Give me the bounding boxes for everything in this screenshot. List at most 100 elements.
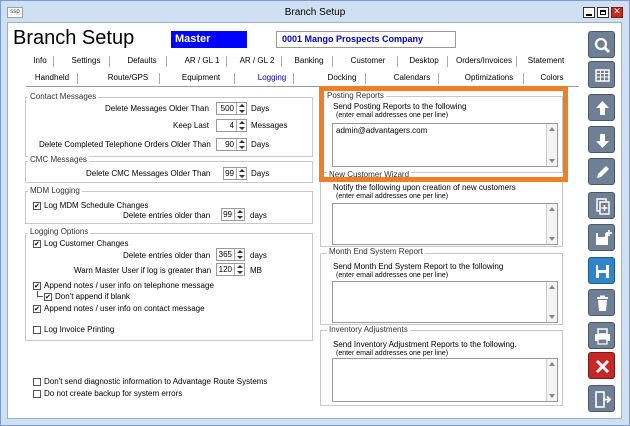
dont-append-blank-checkbox[interactable] bbox=[44, 293, 52, 301]
save-button[interactable] bbox=[588, 257, 615, 284]
inventory-adjustments-desc: Send Inventory Adjustment Reports to the… bbox=[333, 340, 517, 349]
tab-handheld[interactable]: Handheld bbox=[26, 71, 78, 86]
log-customer-changes-label: Log Customer Changes bbox=[44, 239, 129, 248]
log-delete-stepper[interactable]: 365 bbox=[216, 248, 245, 261]
scrollbar[interactable] bbox=[546, 204, 557, 244]
mdm-logging-title: MDM Logging bbox=[28, 186, 82, 195]
stepper-arrows-icon[interactable] bbox=[234, 209, 244, 220]
delete-button[interactable] bbox=[588, 289, 615, 316]
tab-colors[interactable]: Colors bbox=[532, 71, 572, 86]
new-customer-wizard-hint: (enter email addresses one per line) bbox=[336, 193, 449, 200]
delete-cmc-stepper[interactable]: 99 bbox=[223, 167, 247, 180]
tab-banking[interactable]: Banking bbox=[285, 54, 333, 69]
exit-icon bbox=[595, 391, 612, 408]
save-new-button[interactable] bbox=[588, 224, 615, 251]
highlight-box bbox=[319, 86, 568, 182]
tab-customer[interactable]: Customer bbox=[338, 54, 398, 69]
cmc-messages-title: CMC Messages bbox=[28, 155, 89, 164]
tab-ar-gl-1[interactable]: AR / GL 1 bbox=[177, 54, 227, 69]
month-end-desc: Send Month End System Report to the foll… bbox=[333, 262, 504, 271]
append-contact-notes-label: Append notes / user info on contact mess… bbox=[44, 304, 205, 313]
window-title: Branch Setup bbox=[284, 7, 346, 18]
tab-ar-gl-2[interactable]: AR / GL 2 bbox=[232, 54, 282, 69]
delete-phone-orders-stepper[interactable]: 90 bbox=[216, 138, 247, 151]
tab-calendars[interactable]: Calendars bbox=[385, 71, 439, 86]
warn-master-user-stepper[interactable]: 120 bbox=[216, 263, 245, 276]
exit-button[interactable] bbox=[588, 385, 615, 412]
arrow-down-icon bbox=[596, 134, 609, 148]
delete-messages-label: Delete Messages Older Than bbox=[105, 104, 209, 113]
grid-icon bbox=[595, 69, 610, 82]
log-invoice-printing-label: Log Invoice Printing bbox=[44, 325, 115, 334]
cancel-button[interactable] bbox=[588, 352, 615, 379]
search-button[interactable] bbox=[588, 31, 615, 58]
append-phone-notes-checkbox[interactable] bbox=[33, 282, 41, 290]
delete-cmc-unit: Days bbox=[251, 169, 270, 178]
no-backup-label: Do not create backup for system errors bbox=[44, 389, 183, 398]
save-new-icon bbox=[596, 230, 612, 245]
new-customer-email-field[interactable] bbox=[332, 203, 558, 245]
copy-new-icon bbox=[596, 198, 610, 215]
stepper-arrows-icon[interactable] bbox=[236, 103, 246, 114]
log-mdm-schedule-checkbox[interactable] bbox=[33, 202, 41, 210]
append-contact-notes-checkbox[interactable] bbox=[33, 305, 41, 313]
contact-messages-title: Contact Messages bbox=[28, 92, 99, 101]
pencil-icon bbox=[597, 166, 609, 178]
mdm-delete-label: Delete entries older than bbox=[123, 211, 211, 220]
dont-append-blank-label: Don't append if blank bbox=[55, 292, 130, 301]
close-icon bbox=[595, 359, 610, 374]
inventory-adjustments-hint: (enter email addresses one per line) bbox=[336, 350, 449, 357]
trash-icon bbox=[597, 295, 608, 311]
tab-desktop[interactable]: Desktop bbox=[400, 54, 448, 69]
inventory-adjustments-email-field[interactable] bbox=[332, 358, 558, 402]
minimize-button[interactable] bbox=[583, 7, 595, 18]
edit-button[interactable] bbox=[588, 158, 615, 185]
tab-docking[interactable]: Docking bbox=[318, 71, 366, 86]
keep-last-stepper[interactable]: 4 bbox=[216, 119, 247, 132]
search-icon bbox=[594, 37, 610, 53]
save-icon bbox=[596, 265, 609, 278]
tab-optimizations[interactable]: Optimizations bbox=[454, 71, 524, 86]
stepper-arrows-icon[interactable] bbox=[236, 168, 246, 179]
tab-logging[interactable]: Logging bbox=[250, 71, 294, 86]
mdm-delete-unit: days bbox=[250, 211, 267, 220]
month-end-email-field[interactable] bbox=[332, 281, 558, 323]
copy-new-button[interactable] bbox=[588, 192, 615, 219]
month-end-title: Month End System Report bbox=[327, 247, 425, 256]
print-button[interactable] bbox=[588, 322, 615, 349]
scrollbar[interactable] bbox=[546, 282, 557, 322]
stepper-arrows-icon[interactable] bbox=[236, 120, 246, 131]
stepper-arrows-icon[interactable] bbox=[236, 139, 246, 150]
no-backup-checkbox[interactable] bbox=[33, 390, 41, 398]
tab-equipment[interactable]: Equipment bbox=[167, 71, 235, 86]
keep-last-unit: Messages bbox=[251, 121, 288, 130]
scrollbar[interactable] bbox=[546, 359, 557, 401]
tree-connector bbox=[37, 291, 43, 297]
tab-info[interactable]: Info bbox=[26, 54, 54, 69]
delete-cmc-label: Delete CMC Messages Older Than bbox=[86, 169, 211, 178]
tab-statement[interactable]: Statement bbox=[521, 54, 571, 69]
tab-settings[interactable]: Settings bbox=[62, 54, 110, 69]
move-down-button[interactable] bbox=[588, 126, 615, 153]
append-phone-notes-label: Append notes / user info on telephone me… bbox=[44, 281, 214, 290]
stepper-arrows-icon[interactable] bbox=[234, 264, 244, 275]
delete-messages-stepper[interactable]: 500 bbox=[216, 102, 247, 115]
delete-phone-orders-label: Delete Completed Telephone Orders Older … bbox=[39, 140, 211, 149]
delete-phone-orders-unit: Days bbox=[251, 140, 270, 149]
close-window-button[interactable]: ✕ bbox=[611, 6, 623, 18]
mdm-delete-stepper[interactable]: 99 bbox=[221, 208, 245, 221]
tab-orders-invoices[interactable]: Orders/Invoices bbox=[451, 54, 517, 69]
move-up-button[interactable] bbox=[588, 94, 615, 121]
branch-selector[interactable]: 0001 Mango Prospects Company bbox=[276, 31, 456, 48]
title-bar: ssp Branch Setup ✕ bbox=[2, 2, 628, 23]
log-customer-changes-checkbox[interactable] bbox=[33, 240, 41, 248]
keep-last-label: Keep Last bbox=[173, 121, 210, 130]
grid-button[interactable] bbox=[588, 61, 615, 88]
maximize-button[interactable] bbox=[597, 7, 609, 18]
log-invoice-printing-checkbox[interactable] bbox=[33, 326, 41, 334]
log-delete-label: Delete entries older than bbox=[123, 251, 211, 260]
tab-route-gps[interactable]: Route/GPS bbox=[96, 71, 160, 86]
tab-defaults[interactable]: Defaults bbox=[117, 54, 167, 69]
no-diagnostic-checkbox[interactable] bbox=[33, 378, 41, 386]
stepper-arrows-icon[interactable] bbox=[234, 249, 244, 260]
